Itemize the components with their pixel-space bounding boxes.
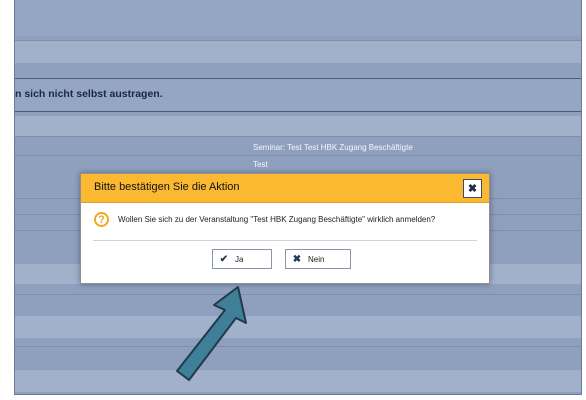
- annotation-arrow-icon: [176, 286, 247, 381]
